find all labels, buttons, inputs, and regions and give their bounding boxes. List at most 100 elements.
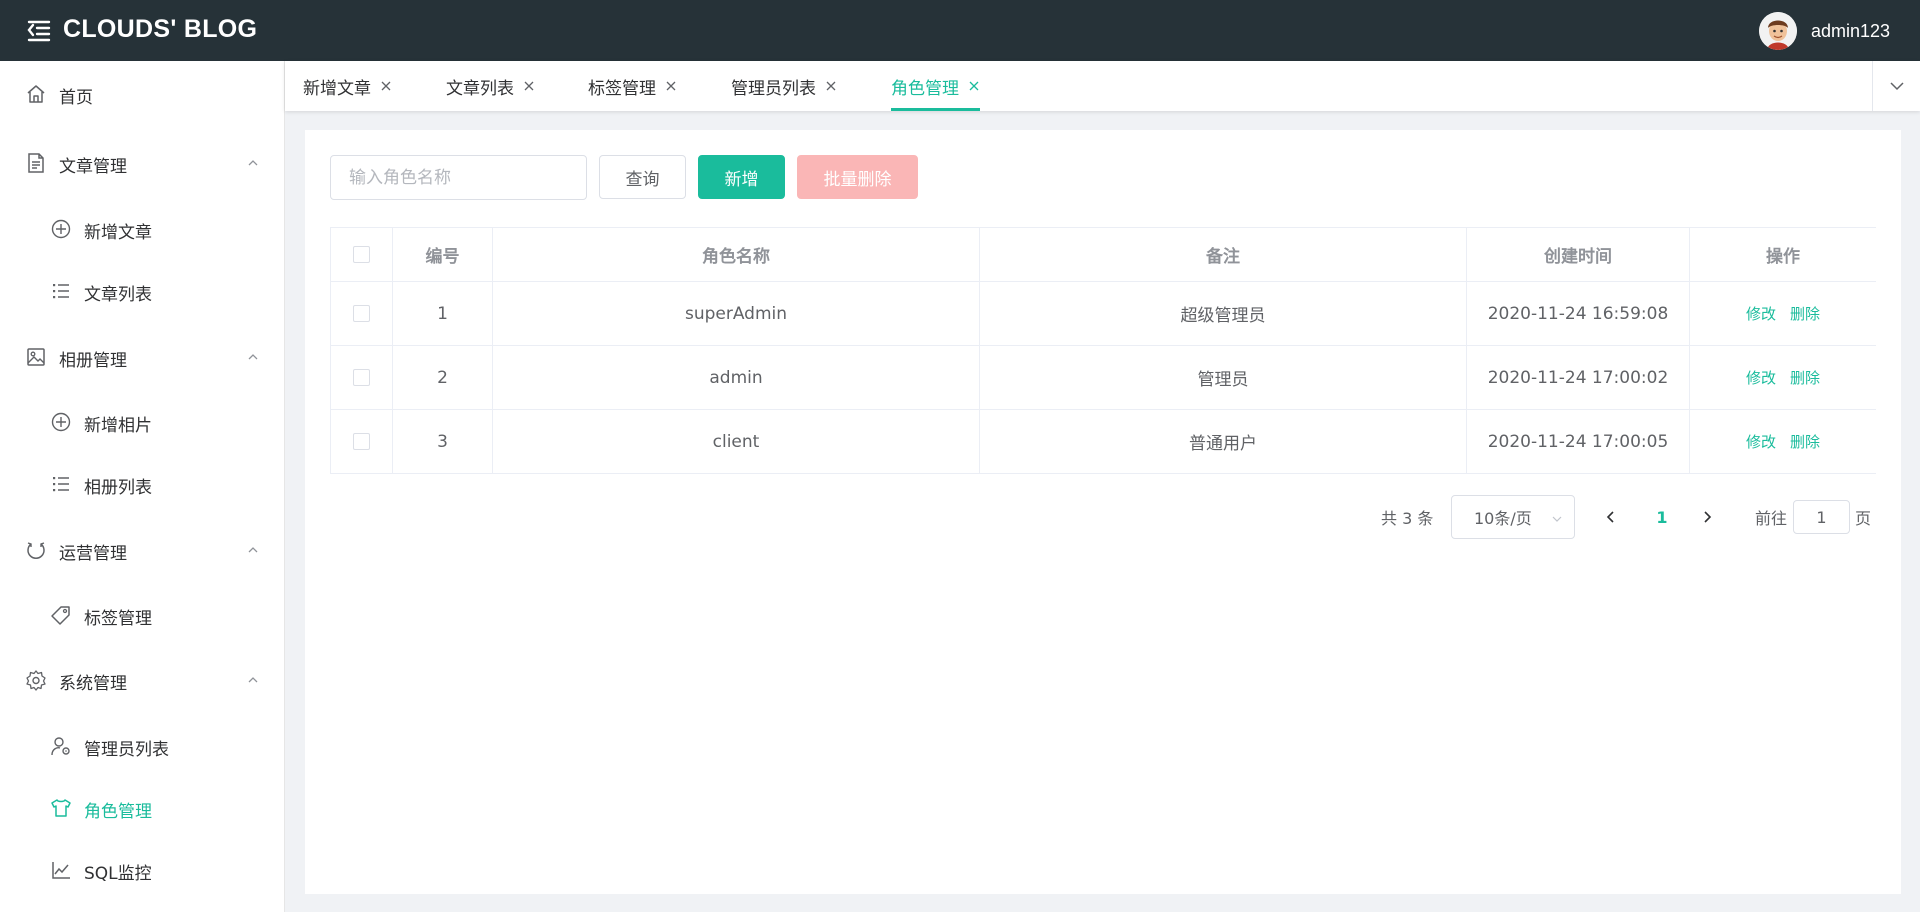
list-icon [53, 477, 69, 492]
sidebar-item-label: 相册列表 [84, 477, 152, 498]
page-number-current[interactable]: 1 [1645, 495, 1679, 539]
cell-id: 2 [393, 346, 493, 409]
table-row: 3 client 普通用户 2020-11-24 17:00:05 修改 删除 [331, 410, 1876, 474]
column-header-created: 创建时间 [1467, 228, 1690, 281]
menu-fold-icon[interactable] [26, 17, 52, 43]
shirt-icon [51, 799, 71, 817]
close-icon[interactable] [523, 80, 535, 92]
cell-id: 3 [393, 410, 493, 473]
sidebar-item-admin-list[interactable]: 管理员列表 [0, 717, 284, 777]
prev-page-button[interactable] [1595, 495, 1627, 539]
tab-new-article[interactable]: 新增文章 [303, 61, 392, 111]
gear-icon [26, 670, 46, 691]
chevron-left-icon [1606, 511, 1614, 523]
close-icon[interactable] [380, 80, 392, 92]
tab-tags[interactable]: 标签管理 [588, 61, 677, 111]
cell-remark: 管理员 [980, 346, 1467, 409]
sidebar-item-label: 文章管理 [59, 156, 127, 177]
plus-circle-icon [51, 219, 71, 239]
sidebar-item-sql-monitor[interactable]: SQL监控 [0, 841, 284, 901]
sidebar-item-label: 文章列表 [84, 284, 152, 305]
tab-article-list[interactable]: 文章列表 [446, 61, 535, 111]
select-all-checkbox[interactable] [353, 246, 370, 263]
sidebar-item-album-list[interactable]: 相册列表 [0, 455, 284, 515]
main-card: 查询 新增 批量删除 编号 角色名称 备注 创建时间 操作 1 superAdm… [305, 130, 1901, 894]
delete-link[interactable]: 删除 [1790, 303, 1820, 324]
table-row: 2 admin 管理员 2020-11-24 17:00:02 修改 删除 [331, 346, 1876, 410]
edit-link[interactable]: 修改 [1746, 367, 1776, 388]
picture-icon [27, 348, 45, 366]
sidebar-group-articles[interactable]: 文章管理 [0, 134, 284, 194]
cell-id: 1 [393, 282, 493, 345]
row-checkbox[interactable] [353, 433, 370, 450]
tab-bar: 新增文章 文章列表 标签管理 管理员列表 角色管理 [285, 61, 1920, 111]
column-header-remark: 备注 [980, 228, 1467, 281]
sidebar-item-label: 相册管理 [59, 350, 127, 371]
tab-label: 角色管理 [891, 78, 959, 99]
sidebar-item-article-list[interactable]: 文章列表 [0, 262, 284, 322]
edit-link[interactable]: 修改 [1746, 431, 1776, 452]
sidebar-item-label: 新增文章 [84, 222, 152, 243]
cell-remark: 普通用户 [980, 410, 1467, 473]
sidebar-group-system[interactable]: 系统管理 [0, 651, 284, 711]
chevron-up-icon [248, 160, 258, 166]
row-checkbox[interactable] [353, 305, 370, 322]
cell-created: 2020-11-24 17:00:02 [1467, 346, 1690, 409]
delete-link[interactable]: 删除 [1790, 431, 1820, 452]
close-icon[interactable] [665, 80, 677, 92]
page-size-value: 10条/页 [1474, 509, 1532, 528]
tab-label: 标签管理 [588, 78, 656, 99]
delete-link[interactable]: 删除 [1790, 367, 1820, 388]
tab-label: 文章列表 [446, 78, 514, 99]
sidebar-item-home[interactable]: 首页 [0, 65, 284, 125]
add-button[interactable]: 新增 [698, 155, 785, 199]
cell-actions: 修改 删除 [1690, 346, 1876, 409]
sidebar-item-label: 首页 [59, 87, 93, 108]
tab-label: 新增文章 [303, 78, 371, 99]
sidebar-group-operations[interactable]: 运营管理 [0, 521, 284, 581]
role-name-search-input[interactable] [330, 155, 587, 200]
batch-delete-button[interactable]: 批量删除 [797, 155, 918, 199]
page-size-select[interactable]: 10条/页 [1451, 495, 1575, 539]
table-header-row: 编号 角色名称 备注 创建时间 操作 [331, 228, 1876, 282]
refresh-icon [27, 542, 45, 559]
cell-created: 2020-11-24 17:00:05 [1467, 410, 1690, 473]
sidebar-item-new-photo[interactable]: 新增相片 [0, 393, 284, 453]
row-select-cell [331, 346, 393, 409]
cell-role-name: admin [493, 346, 980, 409]
chevron-up-icon [248, 677, 258, 683]
row-select-cell [331, 282, 393, 345]
pagination-total: 共 3 条 [1381, 509, 1434, 528]
list-icon [53, 284, 69, 299]
query-button[interactable]: 查询 [599, 155, 686, 199]
next-page-button[interactable] [1691, 495, 1723, 539]
chevron-up-icon [248, 547, 258, 553]
tab-roles[interactable]: 角色管理 [891, 61, 980, 111]
edit-link[interactable]: 修改 [1746, 303, 1776, 324]
sidebar-item-label: 角色管理 [84, 801, 152, 822]
sidebar-group-album[interactable]: 相册管理 [0, 328, 284, 388]
goto-suffix: 页 [1855, 509, 1872, 528]
user-menu[interactable]: admin123 [1758, 12, 1890, 50]
tab-admin-list[interactable]: 管理员列表 [731, 61, 837, 111]
sidebar-item-roles[interactable]: 角色管理 [0, 779, 284, 839]
sidebar-item-new-article[interactable]: 新增文章 [0, 200, 284, 260]
column-header-name: 角色名称 [493, 228, 980, 281]
close-icon[interactable] [968, 80, 980, 92]
chart-icon [52, 862, 70, 879]
sidebar-item-tags[interactable]: 标签管理 [0, 586, 284, 646]
user-gear-icon [51, 737, 70, 756]
avatar[interactable] [1758, 12, 1797, 50]
tabs-dropdown[interactable] [1872, 61, 1920, 111]
table-row: 1 superAdmin 超级管理员 2020-11-24 16:59:08 修… [331, 282, 1876, 346]
tab-label: 管理员列表 [731, 78, 816, 99]
goto-page-input[interactable] [1793, 500, 1850, 534]
cell-remark: 超级管理员 [980, 282, 1467, 345]
username[interactable]: admin123 [1811, 21, 1890, 42]
sidebar: 首页 文章管理 新增文章 文章列表 相册管理 新增相片 相册列表 运营管理 标签… [0, 61, 285, 912]
sidebar-item-label: 新增相片 [84, 415, 152, 436]
sidebar-item-label: 标签管理 [84, 608, 152, 629]
row-checkbox[interactable] [353, 369, 370, 386]
close-icon[interactable] [825, 80, 837, 92]
cell-actions: 修改 删除 [1690, 282, 1876, 345]
